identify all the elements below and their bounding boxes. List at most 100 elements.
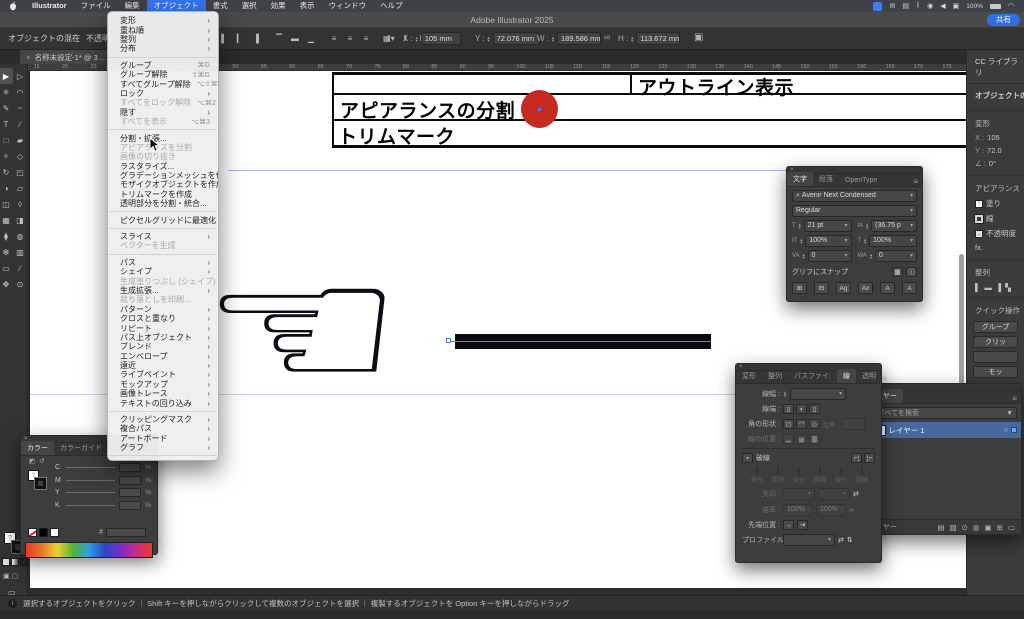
char-input-3[interactable]: 100%▾ xyxy=(869,235,917,247)
char-input-0[interactable]: 21 pt▾ xyxy=(804,220,852,232)
font-family-select[interactable]: ⌕ Avenir Next Condensed ▾ xyxy=(792,190,917,202)
align-h-center-icon[interactable]: ▎ xyxy=(234,34,246,43)
tab-cc-libraries[interactable]: CC ライブラリ xyxy=(967,50,1024,84)
tab-変形[interactable]: 変形 xyxy=(736,369,762,383)
panel-menu-icon[interactable]: ≡ xyxy=(913,177,922,186)
menubar-item-7[interactable]: 表示 xyxy=(293,0,322,12)
bluetooth-icon[interactable]: ᛒ xyxy=(916,2,920,10)
red-circle-artwork[interactable] xyxy=(521,90,558,128)
menu-item-distribute[interactable]: 分布› xyxy=(108,44,218,53)
panel-menu-icon[interactable]: ≡ xyxy=(882,374,891,383)
type-tool[interactable]: T xyxy=(0,116,13,132)
appearance-row-opacity[interactable]: ☒不透明度 xyxy=(967,226,1024,241)
slider-track[interactable] xyxy=(66,492,115,493)
char-input-1[interactable]: (36.75 p▾ xyxy=(871,220,917,232)
fill-swatch-icon[interactable]: ? xyxy=(975,200,983,208)
draw-normal-icon[interactable]: ▣ xyxy=(3,572,10,580)
stroke-width-input[interactable]: ▾ xyxy=(790,388,846,400)
tab-カラーガイド[interactable]: カラーガイド xyxy=(54,441,108,455)
pencil-tool[interactable]: ✧ xyxy=(0,148,13,164)
char-feature-icon[interactable]: ⊞ xyxy=(792,282,807,294)
shaper-tool[interactable]: ◇ xyxy=(14,148,27,164)
direct-selection-tool[interactable]: ▷ xyxy=(14,68,27,84)
stroke-swatch[interactable] xyxy=(35,478,46,489)
align-v-center-icon[interactable]: ▬ xyxy=(289,34,301,43)
stroke-swatch-icon[interactable] xyxy=(975,215,983,223)
dash-align-icon[interactable]: ¦⌐ xyxy=(864,453,875,463)
artwork-text-trim[interactable]: トリムマーク xyxy=(338,122,455,149)
char-input-4[interactable]: 0▾ xyxy=(808,250,852,262)
menu-item-add-for-export[interactable]: 書き出し用に追加› xyxy=(108,459,218,461)
slider-track[interactable] xyxy=(66,480,115,481)
slice-tool[interactable]: ∕ xyxy=(14,260,27,276)
symbol-sprayer-tool[interactable]: ✻ xyxy=(0,244,13,260)
tab-パスファイ:[interactable]: パスファイ: xyxy=(788,369,837,383)
slider-track[interactable] xyxy=(66,505,115,506)
apple-menu-icon[interactable] xyxy=(9,1,17,11)
filter-icon[interactable]: ▼ xyxy=(1006,410,1013,417)
share-button[interactable]: 共有 xyxy=(987,14,1020,26)
char-stepper[interactable]: ▲▼ xyxy=(869,253,873,259)
props-align-icon[interactable]: ▐ xyxy=(996,283,1001,292)
channel-input[interactable] xyxy=(119,501,141,510)
cap-option-icon[interactable]: ▯ xyxy=(783,404,794,414)
tab-カラー[interactable]: カラー xyxy=(21,441,54,455)
w-input[interactable]: 189.586 mm xyxy=(557,32,601,45)
props-angle-value[interactable]: 0° xyxy=(989,159,996,168)
tab-OpenType[interactable]: OpenType xyxy=(839,175,883,186)
rectangle-tool[interactable]: □ xyxy=(0,132,13,148)
char-input-5[interactable]: 0▾ xyxy=(875,250,917,262)
props-align-icon[interactable]: ▚ xyxy=(1005,283,1011,292)
flip-along-icon[interactable]: ⇄ xyxy=(838,536,844,544)
char-input-2[interactable]: 100%▾ xyxy=(805,235,851,247)
y-stepper[interactable]: ▲▼ xyxy=(487,36,491,42)
wifi-icon[interactable]: ◠ xyxy=(1008,2,1014,10)
width-tool[interactable]: ◑ xyxy=(0,180,13,196)
distribute-bottom-icon[interactable]: ≡ xyxy=(360,34,372,43)
layers-action-icon[interactable]: ⊙ xyxy=(962,523,968,532)
mesh-tool[interactable]: ▦ xyxy=(0,212,13,228)
props-align-icon[interactable]: ▬ xyxy=(984,283,992,292)
transform-panel-icon[interactable]: ▣ xyxy=(694,32,703,43)
appearance-row-stroke[interactable]: 線 xyxy=(967,211,1024,226)
char-feature-icon[interactable]: Ag xyxy=(836,282,851,294)
slider-track[interactable] xyxy=(66,467,115,468)
dash-preserve-icon[interactable]: ⌐¦ xyxy=(851,453,862,463)
paintbrush-tool[interactable]: ▰ xyxy=(14,132,27,148)
layers-action-icon[interactable]: ▣ xyxy=(985,523,992,532)
quick-action-0[interactable]: グループ xyxy=(973,321,1018,333)
h-input[interactable]: 113.672 mm xyxy=(636,32,680,45)
layer-name[interactable]: レイヤー 1 xyxy=(889,425,925,436)
align-target-icon[interactable]: ▦▾ xyxy=(383,34,395,43)
channel-input[interactable] xyxy=(119,488,141,497)
tip-extend-icon[interactable]: ⇥ xyxy=(797,520,808,530)
h-stepper[interactable]: ▲▼ xyxy=(630,36,634,42)
cap-option-icon[interactable]: ◗ xyxy=(796,404,807,414)
x-input[interactable]: 105 mm xyxy=(421,32,461,45)
arrow-swap-icon[interactable]: ⇄ xyxy=(853,490,859,498)
layer-row[interactable]: › ▣ レイヤー 1 ○ xyxy=(863,422,1021,438)
lasso-tool[interactable]: ◠ xyxy=(14,84,27,100)
artwork-text-outline[interactable]: アウトライン表示 xyxy=(638,73,794,100)
scale-tool[interactable]: ◰ xyxy=(14,164,27,180)
tab-線[interactable]: 線 xyxy=(837,369,856,383)
cap-option-icon[interactable]: ▯ xyxy=(809,404,820,414)
free-transform-tool[interactable]: ▱ xyxy=(14,180,27,196)
color-button[interactable] xyxy=(2,558,10,566)
graph-tool[interactable]: ▥ xyxy=(14,244,27,260)
pen-tool[interactable]: ✎ xyxy=(0,100,13,116)
artwork-line[interactable] xyxy=(332,72,334,148)
hex-input[interactable] xyxy=(106,528,146,537)
shape-builder-tool[interactable]: ◫ xyxy=(0,196,13,212)
artboard-tool[interactable]: ▭ xyxy=(0,260,13,276)
char-stepper[interactable]: ▲▼ xyxy=(865,223,869,229)
tab-透明[interactable]: 透明 xyxy=(856,369,882,383)
draw-behind-icon[interactable]: ▢ xyxy=(12,572,19,580)
fill-stroke-indicator[interactable]: ? xyxy=(28,470,48,492)
volume-icon[interactable]: ◀ xyxy=(940,2,945,10)
align-right-icon[interactable]: ▐ xyxy=(250,34,262,43)
layers-search-field[interactable]: ⌕ すべてを検索 ▼ xyxy=(867,407,1017,419)
appearance-row-fill[interactable]: ?塗り xyxy=(967,196,1024,211)
flip-across-icon[interactable]: ⇅ xyxy=(847,536,853,544)
char-feature-icon[interactable]: Ax xyxy=(858,282,873,294)
